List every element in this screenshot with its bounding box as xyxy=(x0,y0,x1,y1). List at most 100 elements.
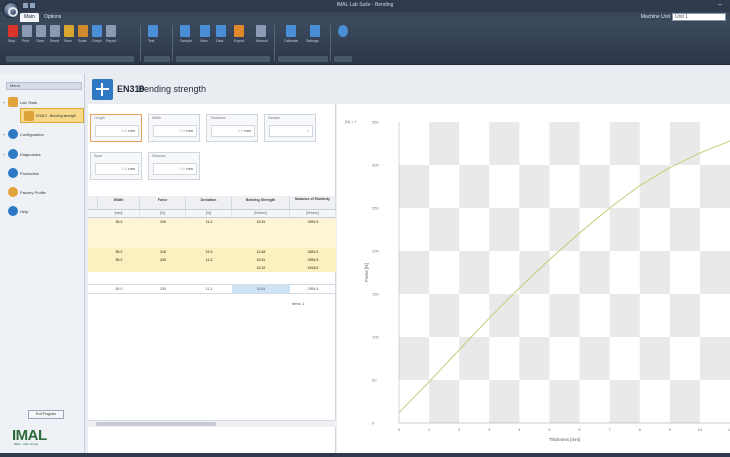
table-row[interactable]: 50.0 318 10.9 14.83 2881.0 xyxy=(88,248,336,256)
expand-icon[interactable]: + xyxy=(3,100,5,105)
grid-band xyxy=(699,251,730,294)
column-header[interactable]: Force xyxy=(140,196,186,209)
scale-label: Scale xyxy=(78,39,87,43)
param-value-field[interactable]: 0.0 mm xyxy=(211,125,255,137)
ribbon-group-tools xyxy=(278,56,328,62)
grid-band xyxy=(429,208,460,251)
y-tick-label: 150 xyxy=(372,292,379,297)
test-icon xyxy=(24,111,34,121)
sample-button[interactable] xyxy=(180,25,190,37)
param-value-field[interactable]: 0.0 mm xyxy=(95,125,139,137)
export-button[interactable] xyxy=(234,25,244,37)
grid-band xyxy=(639,337,670,380)
table-cell: 339 xyxy=(160,258,166,262)
grid-band xyxy=(399,337,430,380)
sidebar-item-configuration[interactable]: + Configuration xyxy=(3,128,82,142)
sidebar-item-factory-profile[interactable]: Factory Profile xyxy=(6,186,82,200)
sidebar-item-label: Diagnostics xyxy=(20,152,41,157)
app-menu-button[interactable] xyxy=(3,2,19,18)
diagnostics-icon xyxy=(8,149,18,159)
view-button[interactable] xyxy=(200,25,210,37)
data-button[interactable] xyxy=(216,25,226,37)
scale-button[interactable] xyxy=(78,25,88,37)
grid-band xyxy=(549,208,580,251)
sidebar-item-label: Configuration xyxy=(20,132,44,137)
param-label: Width xyxy=(152,116,161,120)
y-tick-label: 200 xyxy=(372,249,379,254)
graph-button[interactable] xyxy=(92,25,102,37)
calibrate-button[interactable] xyxy=(286,25,296,37)
table-row[interactable] xyxy=(88,238,336,248)
column-header[interactable]: Bending Strength xyxy=(232,196,290,209)
tab-main[interactable]: Main xyxy=(20,13,39,22)
table-cell: 50.0 xyxy=(115,258,123,262)
table-cell: 14.83 xyxy=(256,250,266,254)
column-header[interactable]: Width xyxy=(98,196,140,209)
unit-cell: [N/mm²] xyxy=(290,210,336,217)
sidebar-item-diagnostics[interactable]: + Diagnostics xyxy=(3,148,82,162)
items-count: Items: 1 xyxy=(291,302,305,306)
grid-band xyxy=(699,337,730,380)
sidebar-item-en310-selected[interactable]: EN310 - Bending strength xyxy=(20,108,84,123)
param-value-field[interactable]: 0.0 mm xyxy=(153,125,197,137)
tab-options[interactable]: Options xyxy=(40,13,65,22)
param-value-field[interactable]: 0.0 mm xyxy=(95,163,139,175)
ribbon-separator xyxy=(330,25,331,61)
table-row[interactable]: 50.0 339 11.3 15.81 2954.9 xyxy=(88,218,336,228)
table-cell: 339 xyxy=(160,220,166,224)
settings-button[interactable] xyxy=(310,25,320,37)
stop-label: Stop xyxy=(8,39,16,43)
table-row[interactable]: 50.0 339 11.3 15.81 2954.9 xyxy=(88,256,336,264)
unit-cell: [N] xyxy=(140,210,186,217)
table-cell: 318 xyxy=(160,250,166,254)
sidebar-item-production[interactable]: Production xyxy=(6,167,82,181)
table-cell-selected[interactable]: 15.81 xyxy=(232,285,290,293)
stop-button[interactable] xyxy=(8,25,18,37)
table-summary-row[interactable]: 50.0 339 11.3 15.81 2954.9 xyxy=(88,284,336,294)
minimize-icon[interactable]: – xyxy=(718,1,724,9)
grid-band xyxy=(579,251,610,294)
grid-band xyxy=(519,251,550,294)
logo-subtitle: IMAL - PAL Group xyxy=(14,442,39,446)
instance-select[interactable]: Unit 1 xyxy=(672,13,726,21)
x-tick-label: 5 xyxy=(548,427,551,432)
table-cell: 15.81 xyxy=(256,258,266,262)
table-cell: 2918.0 xyxy=(307,266,319,270)
expand-icon[interactable]: + xyxy=(3,152,5,157)
param-thickness: Thickness 0.0 mm xyxy=(206,114,258,142)
sidebar-header: Menu xyxy=(6,82,82,90)
save-icon[interactable] xyxy=(23,3,28,8)
sidebar-item-help[interactable]: Help xyxy=(6,205,82,219)
column-header[interactable]: Modulus of Elasticity xyxy=(290,196,336,209)
expand-icon[interactable]: + xyxy=(3,132,5,137)
test-button[interactable] xyxy=(148,25,158,37)
ribbon-group-view xyxy=(176,56,270,62)
status-bar xyxy=(0,453,730,457)
horizontal-scrollbar[interactable] xyxy=(88,420,336,427)
clear-button[interactable] xyxy=(36,25,46,37)
ribbon-group-options xyxy=(334,56,352,62)
table-row-average[interactable]: 15.32 2918.0 xyxy=(88,264,336,272)
table-row[interactable] xyxy=(88,228,336,238)
grid-band xyxy=(489,208,520,251)
manual-button[interactable] xyxy=(256,25,266,37)
param-value-field[interactable]: 0.0 mm xyxy=(153,163,197,175)
print-button[interactable] xyxy=(22,25,32,37)
param-label: Distance xyxy=(152,154,166,158)
table-cell: 2954.9 xyxy=(307,220,319,224)
exit-program-button[interactable]: Exit Program xyxy=(28,410,64,419)
view-label: View xyxy=(200,39,208,43)
report-button[interactable] xyxy=(106,25,116,37)
grid-band xyxy=(489,122,520,165)
save-button[interactable] xyxy=(64,25,74,37)
ribbon-separator xyxy=(172,25,173,61)
x-tick-label: 6 xyxy=(578,427,581,432)
column-header[interactable]: Deviation xyxy=(186,196,232,209)
param-value-field[interactable]: 1 xyxy=(269,125,313,137)
reset-button[interactable] xyxy=(50,25,60,37)
undo-icon[interactable] xyxy=(30,3,35,8)
table-footer: Items: 1 xyxy=(88,300,336,308)
scrollbar-thumb[interactable] xyxy=(96,422,216,426)
options-gear-button[interactable] xyxy=(338,25,348,37)
x-tick-label: 8 xyxy=(639,427,642,432)
